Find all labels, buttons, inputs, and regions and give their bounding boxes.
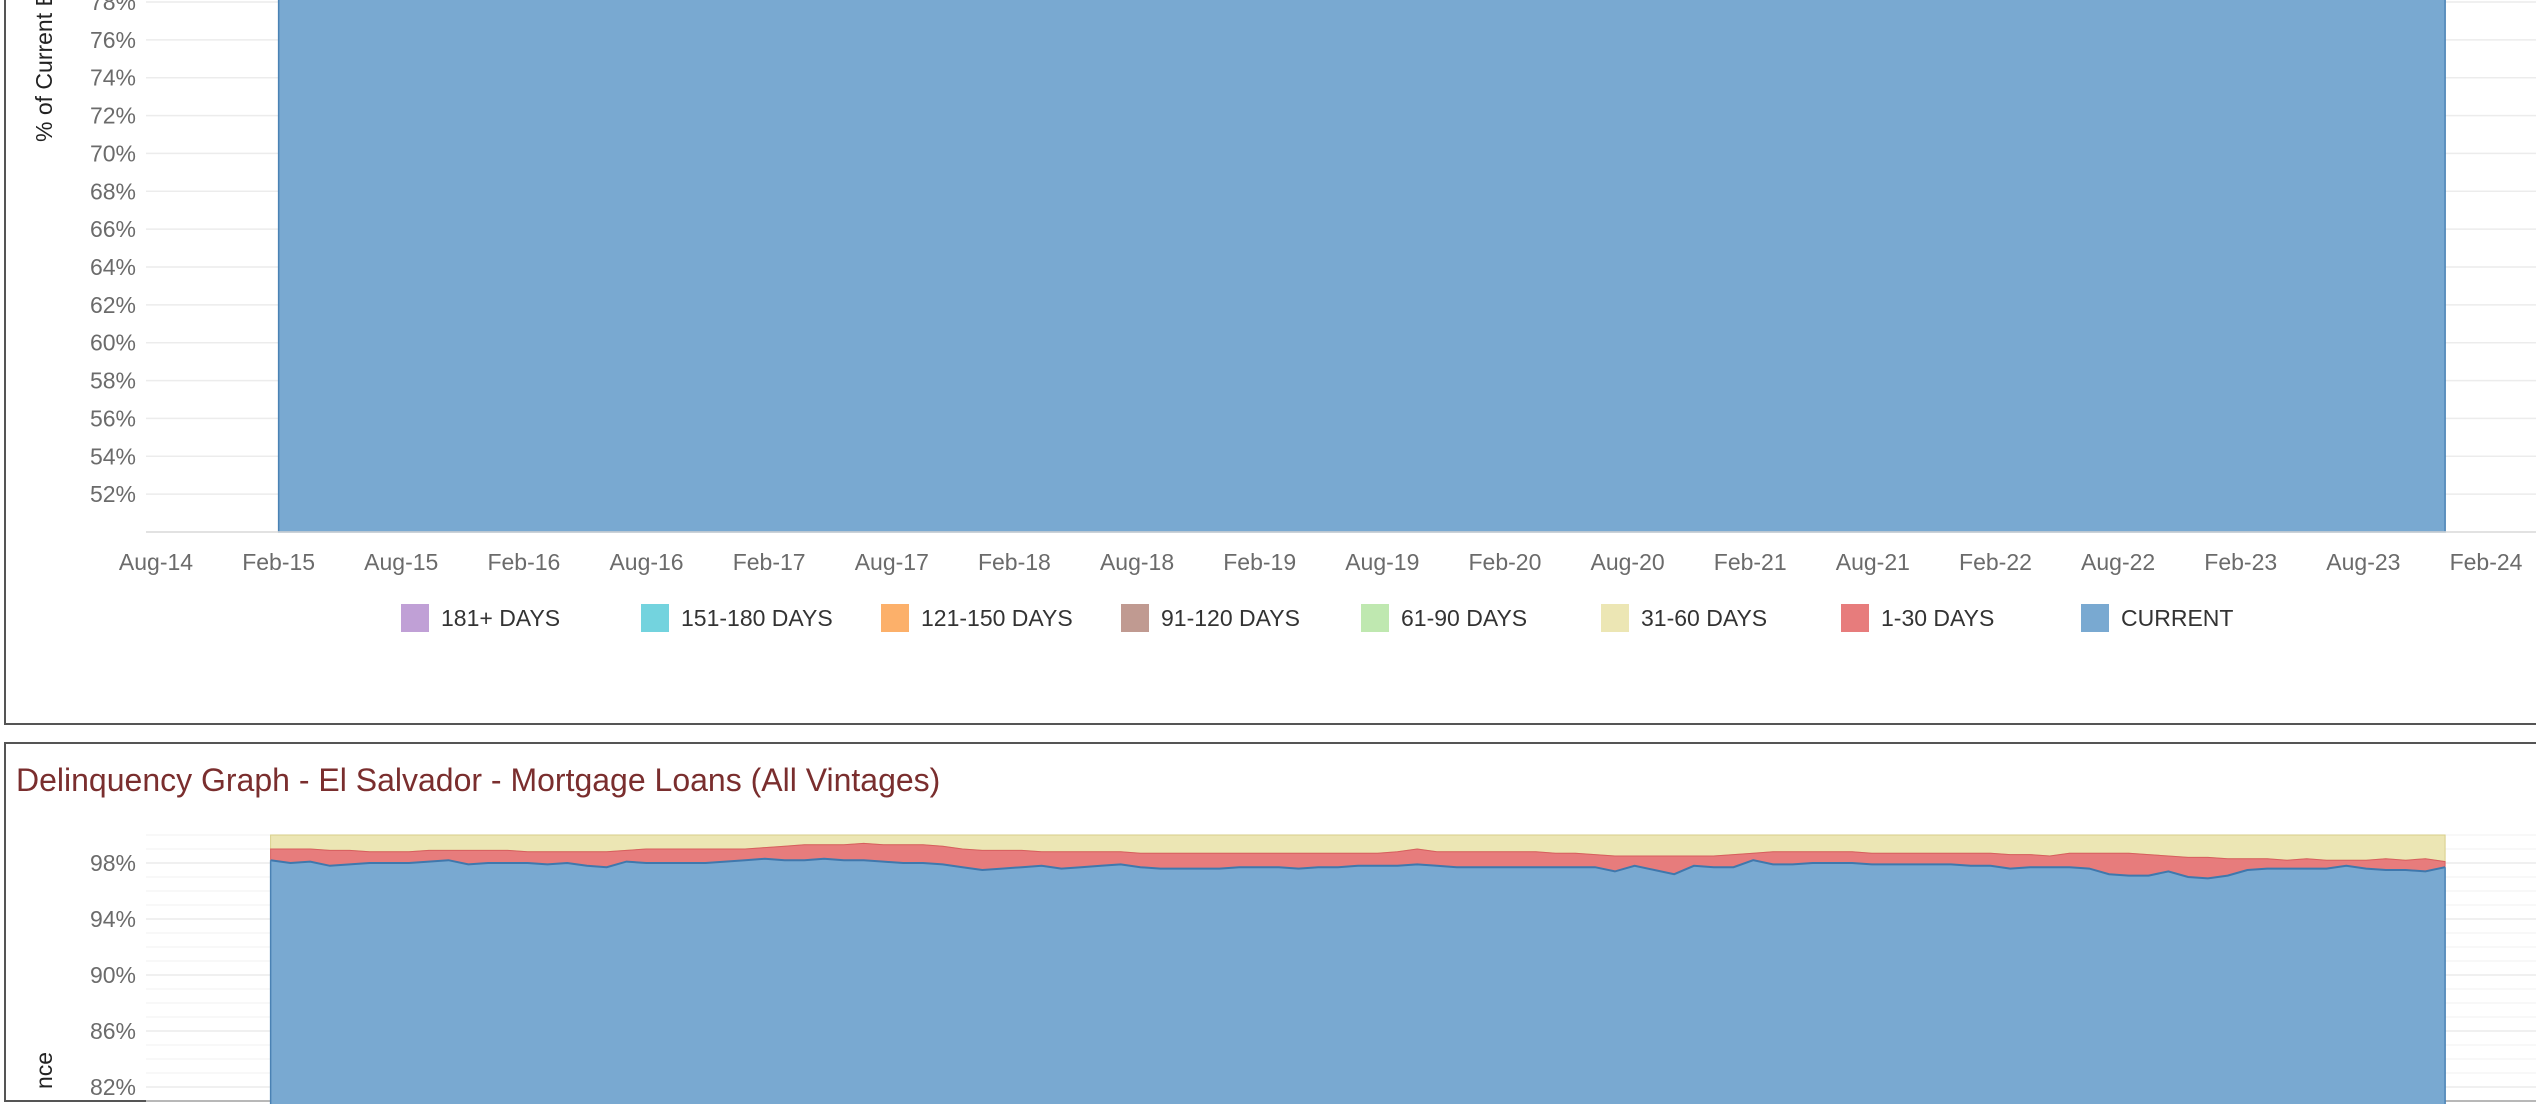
y-tick-label: 52% bbox=[90, 481, 136, 507]
y-tick-label: 68% bbox=[90, 178, 136, 204]
legend: 181+ DAYS 151-180 DAYS 121-150 DAYS 91-120 … bbox=[6, 598, 2536, 638]
legend-label: 151-180 DAYS bbox=[681, 604, 833, 631]
x-tick-label: Aug-18 bbox=[1100, 549, 1174, 575]
bottom-chart-svg: 82% 86% 90% 94% 98% nce bbox=[31, 834, 2536, 1104]
x-tick-label: Aug-21 bbox=[1836, 549, 1910, 575]
y-tick-label: 60% bbox=[90, 330, 136, 356]
legend-item[interactable]: 1-30 DAYS bbox=[1841, 604, 1994, 632]
legend-swatch bbox=[1121, 604, 1149, 632]
area-current bbox=[277, 0, 2446, 533]
legend-swatch bbox=[401, 604, 429, 632]
legend-label: 91-120 DAYS bbox=[1161, 604, 1300, 631]
legend-item[interactable]: 91-120 DAYS bbox=[1121, 604, 1300, 632]
y-tick-label: 78% bbox=[90, 0, 136, 15]
legend-swatch bbox=[1841, 604, 1869, 632]
legend-label: 121-150 DAYS bbox=[921, 604, 1073, 631]
legend-item[interactable]: 151-180 DAYS bbox=[641, 604, 833, 632]
legend-label: CURRENT bbox=[2121, 604, 2234, 631]
x-tick-label: Feb-21 bbox=[1714, 549, 1787, 575]
legend-label: 31-60 DAYS bbox=[1641, 604, 1768, 631]
x-tick-label: Feb-15 bbox=[242, 549, 315, 575]
legend-label: 181+ DAYS bbox=[441, 604, 561, 631]
y-tick-label: 76% bbox=[90, 27, 136, 53]
x-tick-label: Feb-18 bbox=[978, 549, 1051, 575]
y-tick-label: 72% bbox=[90, 103, 136, 129]
y-tick-label: 62% bbox=[90, 292, 136, 318]
y-tick-label: 66% bbox=[90, 216, 136, 242]
legend-item[interactable]: CURRENT bbox=[2081, 604, 2233, 632]
y-tick-label: 56% bbox=[90, 405, 136, 431]
x-tick-label: Feb-24 bbox=[2450, 549, 2523, 575]
legend-label: 61-90 DAYS bbox=[1401, 604, 1528, 631]
x-tick-label: Feb-16 bbox=[487, 549, 560, 575]
y-tick-label: 58% bbox=[90, 368, 136, 394]
legend-swatch bbox=[2081, 604, 2109, 632]
legend-item[interactable]: 121-150 DAYS bbox=[881, 604, 1073, 632]
x-tick-label: Aug-22 bbox=[2081, 549, 2155, 575]
y-tick-label: 74% bbox=[90, 65, 136, 91]
x-tick-label: Feb-22 bbox=[1959, 549, 2032, 575]
bottom-chart-panel: Delinquency Graph - El Salvador - Mortga… bbox=[4, 742, 2536, 1104]
x-tick-label: Aug-16 bbox=[609, 549, 683, 575]
y-tick-label: 86% bbox=[90, 1018, 136, 1044]
y-tick-label: 70% bbox=[90, 140, 136, 166]
x-tick-label: Feb-19 bbox=[1223, 549, 1296, 575]
area-current bbox=[270, 858, 2446, 1104]
y-tick-label: 64% bbox=[90, 254, 136, 280]
x-tick-label: Aug-17 bbox=[855, 549, 929, 575]
y-tick-label: 98% bbox=[90, 850, 136, 876]
legend-swatch bbox=[881, 604, 909, 632]
x-tick-label: Aug-20 bbox=[1590, 549, 1664, 575]
x-tick-label: Feb-17 bbox=[733, 549, 806, 575]
legend-item[interactable]: 61-90 DAYS bbox=[1361, 604, 1527, 632]
x-tick-label: Aug-23 bbox=[2326, 549, 2400, 575]
legend-swatch bbox=[641, 604, 669, 632]
x-tick-label: Feb-20 bbox=[1469, 549, 1542, 575]
legend-swatch bbox=[1601, 604, 1629, 632]
legend-item[interactable]: 31-60 DAYS bbox=[1601, 604, 1767, 632]
x-tick-label: Aug-15 bbox=[364, 549, 438, 575]
x-tick-label: Aug-19 bbox=[1345, 549, 1419, 575]
x-tick-label: Aug-14 bbox=[119, 549, 193, 575]
legend-swatch bbox=[1361, 604, 1389, 632]
y-tick-label: 94% bbox=[90, 906, 136, 932]
legend-label: 1-30 DAYS bbox=[1881, 604, 1995, 631]
x-tick-label: Feb-23 bbox=[2204, 549, 2277, 575]
y-axis-label: nce bbox=[31, 1052, 57, 1089]
y-tick-label: 82% bbox=[90, 1074, 136, 1100]
y-tick-label: 90% bbox=[90, 962, 136, 988]
legend-item[interactable]: 181+ DAYS bbox=[401, 604, 560, 632]
y-tick-label: 54% bbox=[90, 443, 136, 469]
top-chart-panel: 52% 54% 56% 58% 60% 62% 64% 66% 68% 70% 72% 74% 76% 7… bbox=[4, 0, 2536, 725]
y-axis-label: % of Current B bbox=[31, 0, 57, 142]
